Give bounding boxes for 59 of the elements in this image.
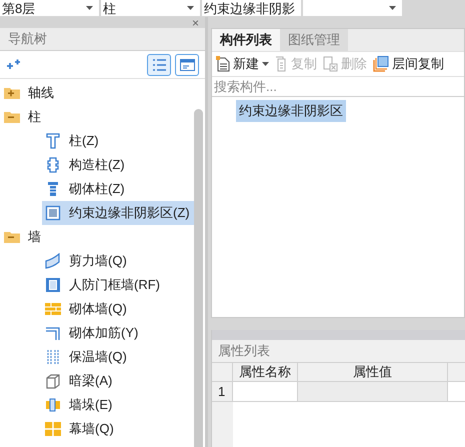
delete-document-icon: [323, 56, 338, 72]
toolbar-button[interactable]: 层间复制: [373, 54, 444, 74]
insulation-wall-icon: [45, 349, 61, 365]
window-view-button[interactable]: [175, 54, 199, 76]
level-dropdown[interactable]: 柱: [101, 0, 200, 16]
tree-item[interactable]: 剪力墙(Q): [42, 249, 131, 273]
new-document-icon: [216, 56, 230, 72]
table-cell[interactable]: [298, 382, 448, 401]
wall-pier-icon: [45, 397, 61, 413]
tree-item[interactable]: 人防门框墙(RF): [42, 273, 164, 297]
list-icon: [152, 58, 166, 70]
add-sparkle-icon[interactable]: [6, 58, 20, 70]
level-dropdown[interactable]: 第8层: [0, 0, 99, 16]
tree-item[interactable]: 砌体墙(Q): [42, 297, 131, 321]
scrollbar-thumb[interactable]: [194, 109, 203, 447]
folder-collapse-icon[interactable]: [4, 231, 20, 243]
row-header-column: [212, 402, 233, 447]
panel-title: 导航树: [8, 30, 47, 48]
brick-wall-icon: [45, 301, 61, 317]
tree-item[interactable]: 砌体加筋(Y): [42, 321, 142, 345]
construct-column-icon: [45, 157, 61, 173]
hatched-square-icon: [45, 205, 61, 221]
tree-item[interactable]: 保温墙(Q): [42, 345, 131, 369]
panel-title: 属性列表: [218, 342, 270, 360]
tree-group[interactable]: 柱: [0, 105, 194, 129]
door-frame-icon: [45, 277, 61, 293]
curved-wall-icon: [45, 253, 61, 269]
folder-expand-icon[interactable]: [4, 87, 20, 99]
tree-item[interactable]: 幕墙(Q): [42, 417, 118, 441]
copy-icon: [275, 56, 288, 72]
list-view-button[interactable]: [147, 54, 171, 76]
rebar-lines-icon: [45, 325, 61, 341]
tree-item[interactable]: 构造柱(Z): [42, 153, 129, 177]
tree-item[interactable]: 约束边缘非阴影区(Z): [42, 201, 194, 225]
curtain-wall-icon: [45, 421, 61, 437]
close-button[interactable]: ×: [192, 16, 199, 28]
layered-squares-icon: [373, 56, 389, 72]
row-number: 1: [212, 382, 233, 401]
panel-tab[interactable]: 构件列表: [212, 29, 280, 51]
search-field[interactable]: 搜索构件...: [212, 77, 464, 97]
masonry-column-icon: [45, 181, 61, 197]
tree-group[interactable]: 轴线: [0, 81, 194, 105]
dropdown-caret-icon: [86, 6, 93, 10]
column-header: 属性名称: [233, 363, 298, 381]
folder-collapse-icon[interactable]: [4, 111, 20, 123]
dropdown-caret-icon: [187, 6, 194, 10]
column-header: 属性值: [298, 363, 448, 381]
level-dropdown[interactable]: 约束边缘非阴影: [202, 0, 301, 16]
tree-item[interactable]: 墙垛(E): [42, 393, 116, 417]
toolbar-button[interactable]: 新建: [216, 54, 269, 74]
window-icon: [180, 58, 194, 70]
tree-group[interactable]: 墙: [0, 225, 194, 249]
tree-item[interactable]: 砌体柱(Z): [42, 177, 129, 201]
tree-item[interactable]: 柱(Z): [42, 129, 103, 153]
dropdown-caret-icon: [389, 6, 396, 10]
column-icon: [45, 133, 61, 149]
beam-icon: [45, 373, 61, 389]
tree-item[interactable]: 暗梁(A): [42, 369, 116, 393]
component-item[interactable]: 约束边缘非阴影区: [236, 100, 346, 122]
